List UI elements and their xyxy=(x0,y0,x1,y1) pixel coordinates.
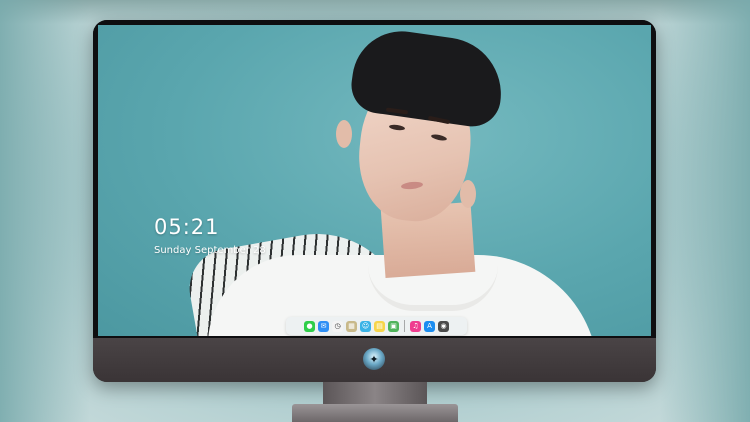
screen[interactable]: 05:21 Sunday September 28 ● ✉ ◷ ▦ ☺ ▤ ▣ ♫ A ◉ xyxy=(98,25,651,336)
messages-icon[interactable]: ● xyxy=(304,320,315,332)
camera-icon[interactable]: ◉ xyxy=(438,320,449,332)
clock-icon[interactable]: ◷ xyxy=(332,320,343,332)
dock-apps: ● ✉ ◷ ▦ ☺ ▤ ▣ xyxy=(304,320,399,332)
background-glow-right xyxy=(660,0,750,422)
finder-icon[interactable]: ☺ xyxy=(360,320,371,332)
notes-icon[interactable]: ▤ xyxy=(374,320,385,332)
dock: ● ✉ ◷ ▦ ☺ ▤ ▣ ♫ A ◉ xyxy=(286,317,467,335)
itunes-icon[interactable]: ♫ xyxy=(410,320,421,332)
lock-screen-date: Sunday September 28 xyxy=(154,245,266,256)
monitor-chin: ✦ xyxy=(93,338,656,382)
lock-screen-time: 05:21 xyxy=(154,215,220,239)
dock-apps-secondary: ♫ A ◉ xyxy=(410,320,449,332)
mail-icon[interactable]: ✉ xyxy=(318,320,329,332)
background-glow-left xyxy=(0,0,90,422)
dock-separator xyxy=(404,320,405,332)
photos-icon[interactable]: ▣ xyxy=(388,320,399,332)
monitor: 05:21 Sunday September 28 ● ✉ ◷ ▦ ☺ ▤ ▣ ♫ A ◉ ✦ xyxy=(93,20,656,382)
preview-icon[interactable]: ▦ xyxy=(346,320,357,332)
brand-logo-icon: ✦ xyxy=(363,348,385,370)
wallpaper-ear-left xyxy=(336,120,352,148)
monitor-stand-base xyxy=(292,404,458,422)
app-store-icon[interactable]: A xyxy=(424,320,435,332)
monitor-bezel: 05:21 Sunday September 28 ● ✉ ◷ ▦ ☺ ▤ ▣ ♫ A ◉ xyxy=(93,20,656,338)
